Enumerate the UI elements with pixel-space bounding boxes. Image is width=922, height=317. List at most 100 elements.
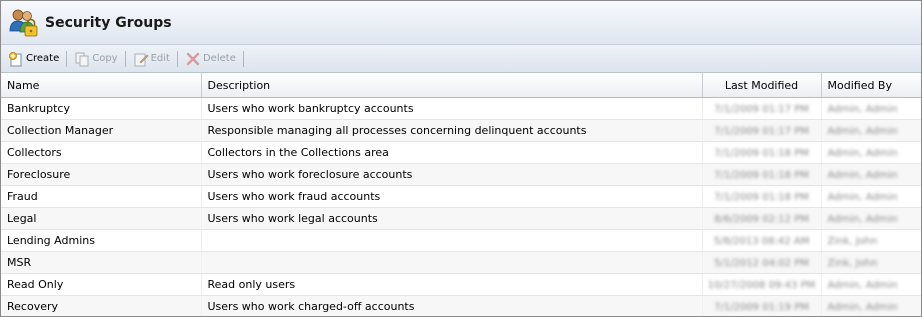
users-lock-icon xyxy=(9,9,38,36)
cell-last-modified-text: 10/27/2008 09:43 PM xyxy=(707,280,816,291)
toolbar-separator xyxy=(176,50,178,67)
cell-last-modified-text: 5/1/2012 04:02 PM xyxy=(714,258,809,269)
column-header-modified-by[interactable]: Modified By xyxy=(821,73,921,98)
cell-modified-by-text: Admin, Admin xyxy=(827,170,898,181)
cell-modified-by-text: Zink, John xyxy=(827,236,878,247)
cell-last-modified-text: 5/8/2013 08:42 AM xyxy=(713,236,810,247)
cell-description-text: Responsible managing all processes conce… xyxy=(207,124,587,137)
cell-description: Users who work legal accounts xyxy=(201,207,703,230)
table-row[interactable]: Collectors Collectors in the Collections … xyxy=(1,141,921,164)
cell-modified-by: Admin, Admin xyxy=(821,141,921,164)
cell-description: Users who work bankruptcy accounts xyxy=(201,97,703,120)
cell-name-text: Legal xyxy=(7,212,37,225)
cell-name: Foreclosure xyxy=(1,163,202,186)
security-groups-window: Security Groups Create Copy Edit Delete … xyxy=(0,0,922,317)
cell-modified-by: Zink, John xyxy=(821,229,921,252)
table-row[interactable]: Bankruptcy Users who work bankruptcy acco… xyxy=(1,97,921,120)
cell-last-modified: 7/1/2009 01:17 PM xyxy=(702,97,822,120)
cell-last-modified: 10/27/2008 09:43 PM xyxy=(702,273,822,296)
cell-last-modified: 7/1/2009 01:18 PM xyxy=(702,185,822,208)
copy-button[interactable]: Copy xyxy=(71,48,120,70)
cell-description-text: Users who work fraud accounts xyxy=(207,190,381,203)
cell-description: Responsible managing all processes conce… xyxy=(201,119,703,142)
cell-name: Read Only xyxy=(1,273,202,296)
copy-icon xyxy=(75,52,89,66)
table-row[interactable]: Fraud Users who work fraud accounts 7/1/20… xyxy=(1,185,921,208)
cell-name-text: Collectors xyxy=(7,146,62,159)
cell-modified-by: Admin, Admin xyxy=(821,97,921,120)
cell-name-text: Collection Manager xyxy=(7,124,114,137)
cell-name: Collection Manager xyxy=(1,119,202,142)
table-header-row: Name Description Last Modified Modified … xyxy=(1,73,921,98)
cell-modified-by-text: Admin, Admin xyxy=(827,214,898,225)
cell-name-text: Bankruptcy xyxy=(7,102,70,115)
cell-modified-by-text: Admin, Admin xyxy=(827,104,898,115)
cell-name: Collectors xyxy=(1,141,202,164)
table-row[interactable]: MSR 5/1/2012 04:02 PM Zink, John xyxy=(1,251,921,274)
cell-modified-by: Admin, Admin xyxy=(821,295,921,316)
toolbar-separator xyxy=(124,50,126,67)
table-row[interactable]: Read Only Read only users 10/27/2008 09:43… xyxy=(1,273,921,296)
cell-description: Users who work fraud accounts xyxy=(201,185,703,208)
cell-last-modified: 7/1/2009 01:17 PM xyxy=(702,119,822,142)
cell-name: Lending Admins xyxy=(1,229,202,252)
cell-description: Read only users xyxy=(201,273,703,296)
table-row[interactable]: Legal Users who work legal accounts 8/6/20… xyxy=(1,207,921,230)
cell-last-modified: 7/1/2009 01:18 PM xyxy=(702,141,822,164)
cell-last-modified-text: 7/1/2009 01:17 PM xyxy=(714,126,809,137)
cell-modified-by-text: Admin, Admin xyxy=(827,126,898,137)
table-row[interactable]: Recovery Users who work charged-off accou… xyxy=(1,295,921,316)
cell-description: Collectors in the Collections area xyxy=(201,141,703,164)
cell-name-text: Read Only xyxy=(7,278,64,291)
cell-description-text: Users who work bankruptcy accounts xyxy=(207,102,414,115)
delete-button[interactable]: Delete xyxy=(182,48,239,70)
security-groups-table: Name Description Last Modified Modified … xyxy=(1,73,921,316)
cell-modified-by: Zink, John xyxy=(821,251,921,274)
cell-last-modified-text: 7/1/2009 01:19 PM xyxy=(714,302,809,313)
cell-last-modified-text: 7/1/2009 01:18 PM xyxy=(714,170,809,181)
cell-name: Fraud xyxy=(1,185,202,208)
column-header-description[interactable]: Description xyxy=(201,73,703,98)
page-title: Security Groups xyxy=(45,14,172,31)
toolbar: Create Copy Edit Delete xyxy=(1,45,921,73)
cell-modified-by: Admin, Admin xyxy=(821,207,921,230)
cell-last-modified: 5/1/2012 04:02 PM xyxy=(702,251,822,274)
cell-last-modified: 7/1/2009 01:19 PM xyxy=(702,295,822,316)
cell-description xyxy=(201,229,703,252)
cell-name-text: Foreclosure xyxy=(7,168,71,181)
cell-description-text: Read only users xyxy=(207,278,296,291)
edit-button-label: Edit xyxy=(150,53,170,64)
cell-modified-by: Admin, Admin xyxy=(821,273,921,296)
column-header-last-modified[interactable]: Last Modified xyxy=(702,73,822,98)
cell-modified-by: Admin, Admin xyxy=(821,163,921,186)
cell-name: Legal xyxy=(1,207,202,230)
edit-button[interactable]: Edit xyxy=(130,48,173,70)
create-button[interactable]: Create xyxy=(5,48,62,70)
cell-modified-by-text: Admin, Admin xyxy=(827,280,898,291)
cell-modified-by-text: Admin, Admin xyxy=(827,192,898,203)
cell-description: Users who work charged-off accounts xyxy=(201,295,703,316)
create-icon xyxy=(9,51,22,66)
copy-button-label: Copy xyxy=(92,53,118,64)
title-bar: Security Groups xyxy=(1,1,921,45)
cell-name-text: MSR xyxy=(7,256,32,269)
cell-last-modified-text: 7/1/2009 01:18 PM xyxy=(714,148,809,159)
column-header-name[interactable]: Name xyxy=(1,73,202,98)
cell-last-modified-text: 8/6/2009 02:12 PM xyxy=(714,214,809,225)
cell-name: MSR xyxy=(1,251,202,274)
table-row[interactable]: Lending Admins 5/8/2013 08:42 AM Zink, Joh… xyxy=(1,229,921,252)
cell-last-modified: 7/1/2009 01:18 PM xyxy=(702,163,822,186)
table-row[interactable]: Foreclosure Users who work foreclosure ac… xyxy=(1,163,921,186)
cell-name-text: Lending Admins xyxy=(7,234,95,247)
cell-modified-by: Admin, Admin xyxy=(821,119,921,142)
toolbar-separator xyxy=(66,50,68,67)
cell-name: Bankruptcy xyxy=(1,97,202,120)
delete-icon xyxy=(186,52,200,65)
cell-last-modified: 8/6/2009 02:12 PM xyxy=(702,207,822,230)
edit-icon xyxy=(134,53,149,66)
cell-modified-by-text: Zink, John xyxy=(827,258,878,269)
cell-modified-by: Admin, Admin xyxy=(821,185,921,208)
cell-name-text: Recovery xyxy=(7,300,59,313)
table-row[interactable]: Collection Manager Responsible managing a… xyxy=(1,119,921,142)
cell-description-text: Users who work charged-off accounts xyxy=(207,300,415,313)
